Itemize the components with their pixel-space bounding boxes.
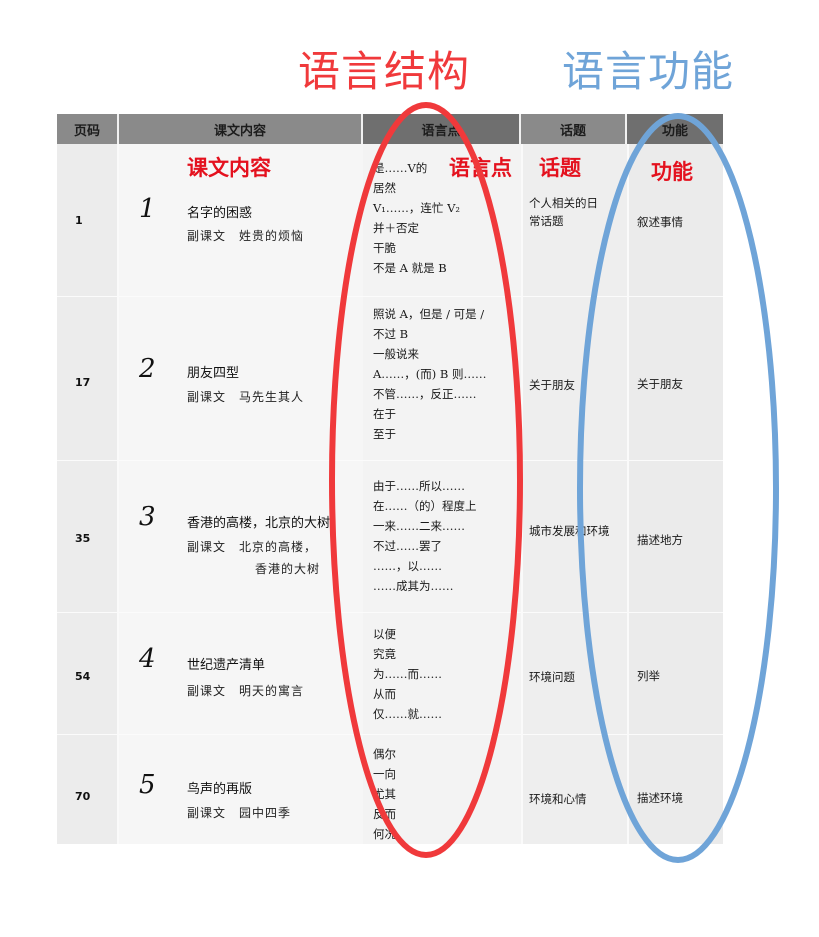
language-function-oval (577, 113, 779, 863)
language-structure-oval (329, 102, 523, 858)
annotation-overlay (329, 102, 779, 863)
